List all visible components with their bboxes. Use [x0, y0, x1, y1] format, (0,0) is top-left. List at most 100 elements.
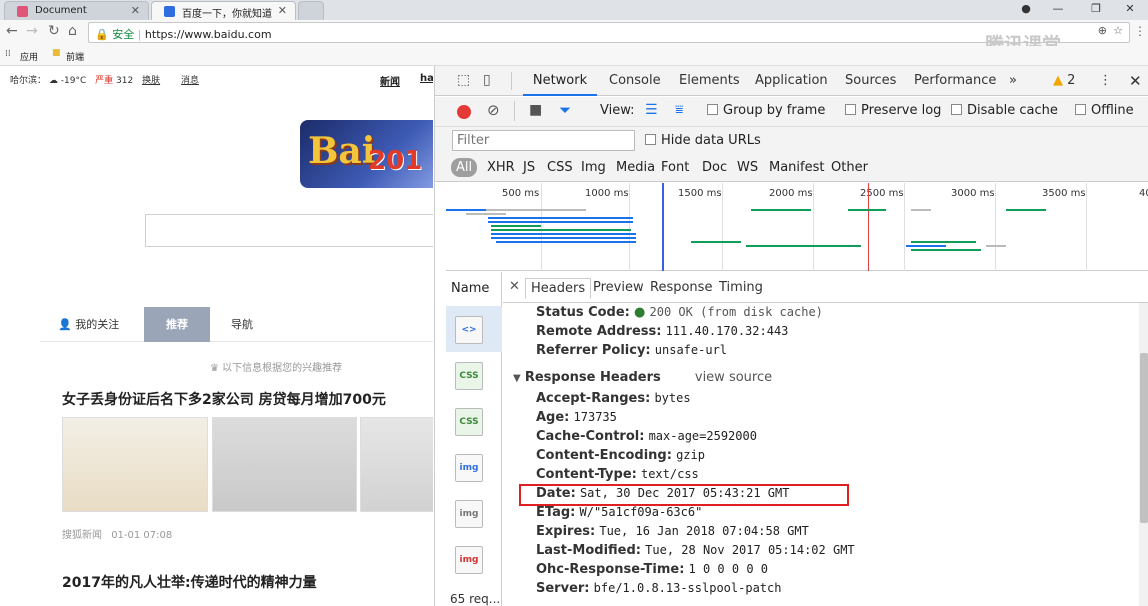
news-image[interactable] — [360, 417, 433, 512]
news-image[interactable] — [62, 417, 208, 512]
search-input[interactable] — [145, 214, 433, 247]
star-icon[interactable]: ☆ — [1113, 24, 1123, 37]
inspect-icon[interactable]: ⬚ — [457, 72, 470, 88]
tab-title: 百度一下，你就知道 — [182, 9, 272, 20]
scrollbar[interactable] — [1139, 303, 1148, 606]
timeline-gridline — [722, 183, 723, 271]
hao123-link[interactable]: ha — [420, 73, 433, 84]
timeline-tick-label: 1000 ms — [585, 188, 629, 199]
hide-data-urls-checkbox[interactable]: Hide data URLs — [645, 133, 761, 148]
apps-icon[interactable]: ⁞⁞ — [5, 49, 11, 59]
bookmark-frontend[interactable]: 前端 — [66, 50, 84, 63]
browser-tab-document[interactable]: Document ✕ — [4, 1, 149, 20]
tab-console[interactable]: Console — [609, 66, 661, 96]
hint-icon: ♛ — [210, 363, 223, 374]
timeline-tick-label: 3000 ms — [951, 188, 995, 199]
warning-badge[interactable]: ▲ 2 — [1053, 66, 1075, 96]
html-file-icon[interactable]: <> — [455, 316, 483, 344]
home-icon[interactable]: ⌂ — [68, 23, 77, 39]
tab-timing[interactable]: Timing — [719, 280, 763, 295]
scrollbar-thumb[interactable] — [1140, 353, 1148, 523]
bookmark-apps[interactable]: 应用 — [20, 50, 38, 63]
preserve-log-checkbox[interactable]: Preserve log — [845, 103, 941, 118]
new-tab-button[interactable] — [298, 1, 324, 20]
baidu-doodle-logo[interactable]: Bai 201 — [300, 120, 433, 188]
tab-my-follow[interactable]: 👤 我的关注 — [58, 307, 138, 342]
image-file-icon[interactable]: img — [455, 546, 483, 574]
disable-cache-checkbox[interactable]: Disable cache — [951, 103, 1058, 118]
record-icon[interactable] — [457, 105, 471, 119]
tab-headers[interactable]: Headers — [525, 278, 592, 299]
tab-elements[interactable]: Elements — [679, 66, 740, 96]
type-all[interactable]: All — [451, 158, 478, 177]
name-header[interactable]: Name — [451, 281, 489, 296]
zoom-icon[interactable]: ⊕ — [1098, 24, 1107, 37]
type-js[interactable]: JS — [523, 160, 535, 175]
type-img[interactable]: Img — [581, 160, 606, 175]
header-row: ETag: W/"5a1cf09a-63c6" — [536, 505, 703, 520]
type-font[interactable]: Font — [661, 160, 689, 175]
header-row: Content-Type: text/css — [536, 467, 699, 482]
tab-navigation[interactable]: 导航 — [231, 307, 281, 342]
tab-application[interactable]: Application — [755, 66, 828, 96]
waterfall-icon[interactable]: ⩸ — [675, 102, 684, 118]
minimize-icon[interactable]: — — [1040, 0, 1076, 20]
close-icon[interactable]: ✕ — [131, 4, 140, 17]
close-icon[interactable]: ✕ — [278, 4, 287, 17]
offline-checkbox[interactable]: Offline — [1075, 103, 1134, 118]
type-css[interactable]: CSS — [547, 160, 573, 175]
tab-performance[interactable]: Performance — [914, 66, 996, 96]
close-detail-icon[interactable]: ✕ — [509, 279, 520, 294]
large-rows-icon[interactable]: ☰ — [645, 102, 658, 118]
back-icon[interactable]: ← — [6, 23, 18, 39]
close-window-icon[interactable]: ✕ — [1112, 0, 1148, 20]
css-file-icon[interactable]: CSS — [455, 408, 483, 436]
address-bar[interactable]: 🔒 安全 | https://www.baidu.com ⊕ ☆ — [88, 22, 1130, 43]
skin-link[interactable]: 换肤 — [142, 76, 160, 86]
clear-icon[interactable]: ⊘ — [487, 101, 500, 119]
news-meta: 搜狐新闻 01-01 07:08 — [62, 526, 172, 541]
timeline-overview[interactable]: 500 ms 1000 ms 1500 ms 2000 ms 2500 ms 3… — [446, 183, 1148, 271]
browser-tab-baidu[interactable]: 百度一下，你就知道 ✕ — [151, 1, 296, 20]
network-controls: ⊘ ■ ⏷ View: ☰ ⩸ Group by frame Preserve … — [435, 97, 1148, 127]
device-toggle-icon[interactable]: ▯ — [483, 72, 491, 88]
view-source-link[interactable]: view source — [695, 370, 772, 385]
css-file-icon[interactable]: CSS — [455, 362, 483, 390]
response-headers-section[interactable]: ▼ Response Headers view source — [513, 370, 772, 385]
restore-icon[interactable]: ❐ — [1078, 0, 1114, 20]
request-count: 65 req... — [450, 592, 501, 606]
more-tabs-button[interactable]: » — [1009, 66, 1017, 96]
forward-icon[interactable]: → — [26, 23, 38, 39]
type-ws[interactable]: WS — [737, 160, 758, 175]
menu-icon[interactable]: ⋮ — [1134, 24, 1146, 38]
timeline-tick-label: 1500 ms — [678, 188, 722, 199]
group-by-frame-checkbox[interactable]: Group by frame — [707, 103, 825, 118]
tab-preview[interactable]: Preview — [593, 280, 644, 295]
message-link[interactable]: 消息 — [181, 76, 199, 86]
recommend-hint: ♛ 以下信息根据您的兴趣推荐 — [210, 363, 343, 374]
profile-icon[interactable]: ● — [1008, 0, 1044, 20]
image-file-icon[interactable]: img — [455, 500, 483, 528]
news-headline[interactable]: 女子丢身份证后名下多2家公司 房贷每月增加700元 — [62, 389, 386, 409]
devtools-menu-icon[interactable]: ⋮ — [1099, 66, 1112, 96]
filter-input[interactable] — [452, 130, 635, 151]
type-media[interactable]: Media — [616, 160, 655, 175]
tab-recommend[interactable]: 推荐 — [144, 307, 210, 342]
tab-sources[interactable]: Sources — [845, 66, 896, 96]
camera-icon[interactable]: ■ — [529, 102, 542, 118]
tab-response[interactable]: Response — [650, 280, 712, 295]
tab-network[interactable]: Network — [523, 66, 597, 96]
timeline-gridline — [541, 183, 542, 271]
type-other[interactable]: Other — [831, 160, 868, 175]
close-devtools-icon[interactable]: ✕ — [1129, 66, 1142, 96]
resource-type-filters: All XHR JS CSS Img Media Font Doc WS Man… — [435, 156, 1148, 182]
type-doc[interactable]: Doc — [702, 160, 727, 175]
type-manifest[interactable]: Manifest — [769, 160, 824, 175]
reload-icon[interactable]: ↻ — [48, 23, 60, 39]
news-image[interactable] — [212, 417, 357, 512]
news-headline[interactable]: 2017年的凡人壮举:传递时代的精神力量 — [62, 572, 317, 592]
news-link[interactable]: 新闻 — [380, 73, 400, 88]
type-xhr[interactable]: XHR — [487, 160, 515, 175]
image-file-icon[interactable]: img — [455, 454, 483, 482]
filter-icon[interactable]: ⏷ — [559, 101, 571, 119]
